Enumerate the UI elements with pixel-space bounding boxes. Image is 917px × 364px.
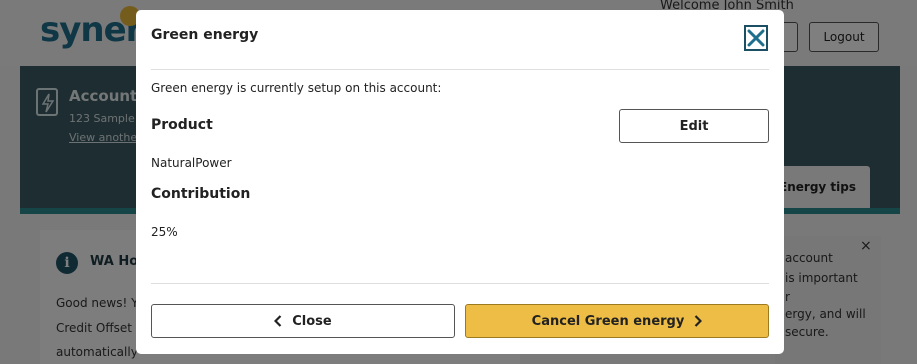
contribution-label: Contribution [151, 186, 251, 202]
chevron-left-icon [274, 315, 282, 327]
intro-text: Green energy is currently setup on this … [151, 81, 442, 95]
cancel-green-energy-button[interactable]: Cancel Green energy [465, 304, 769, 338]
header-divider [151, 69, 769, 70]
cancel-button-label: Cancel Green energy [531, 313, 685, 329]
footer-divider [151, 283, 769, 284]
green-energy-dialog: Green energy Green energy is currently s… [136, 10, 784, 354]
close-button-label: Close [292, 313, 332, 329]
edit-button[interactable]: Edit [619, 109, 769, 143]
close-icon[interactable] [744, 25, 768, 51]
product-value: NaturalPower [151, 156, 232, 170]
product-label: Product [151, 117, 213, 133]
dialog-title: Green energy [151, 27, 259, 43]
close-button[interactable]: Close [151, 304, 455, 338]
contribution-value: 25% [151, 225, 178, 239]
chevron-right-icon [694, 315, 703, 327]
